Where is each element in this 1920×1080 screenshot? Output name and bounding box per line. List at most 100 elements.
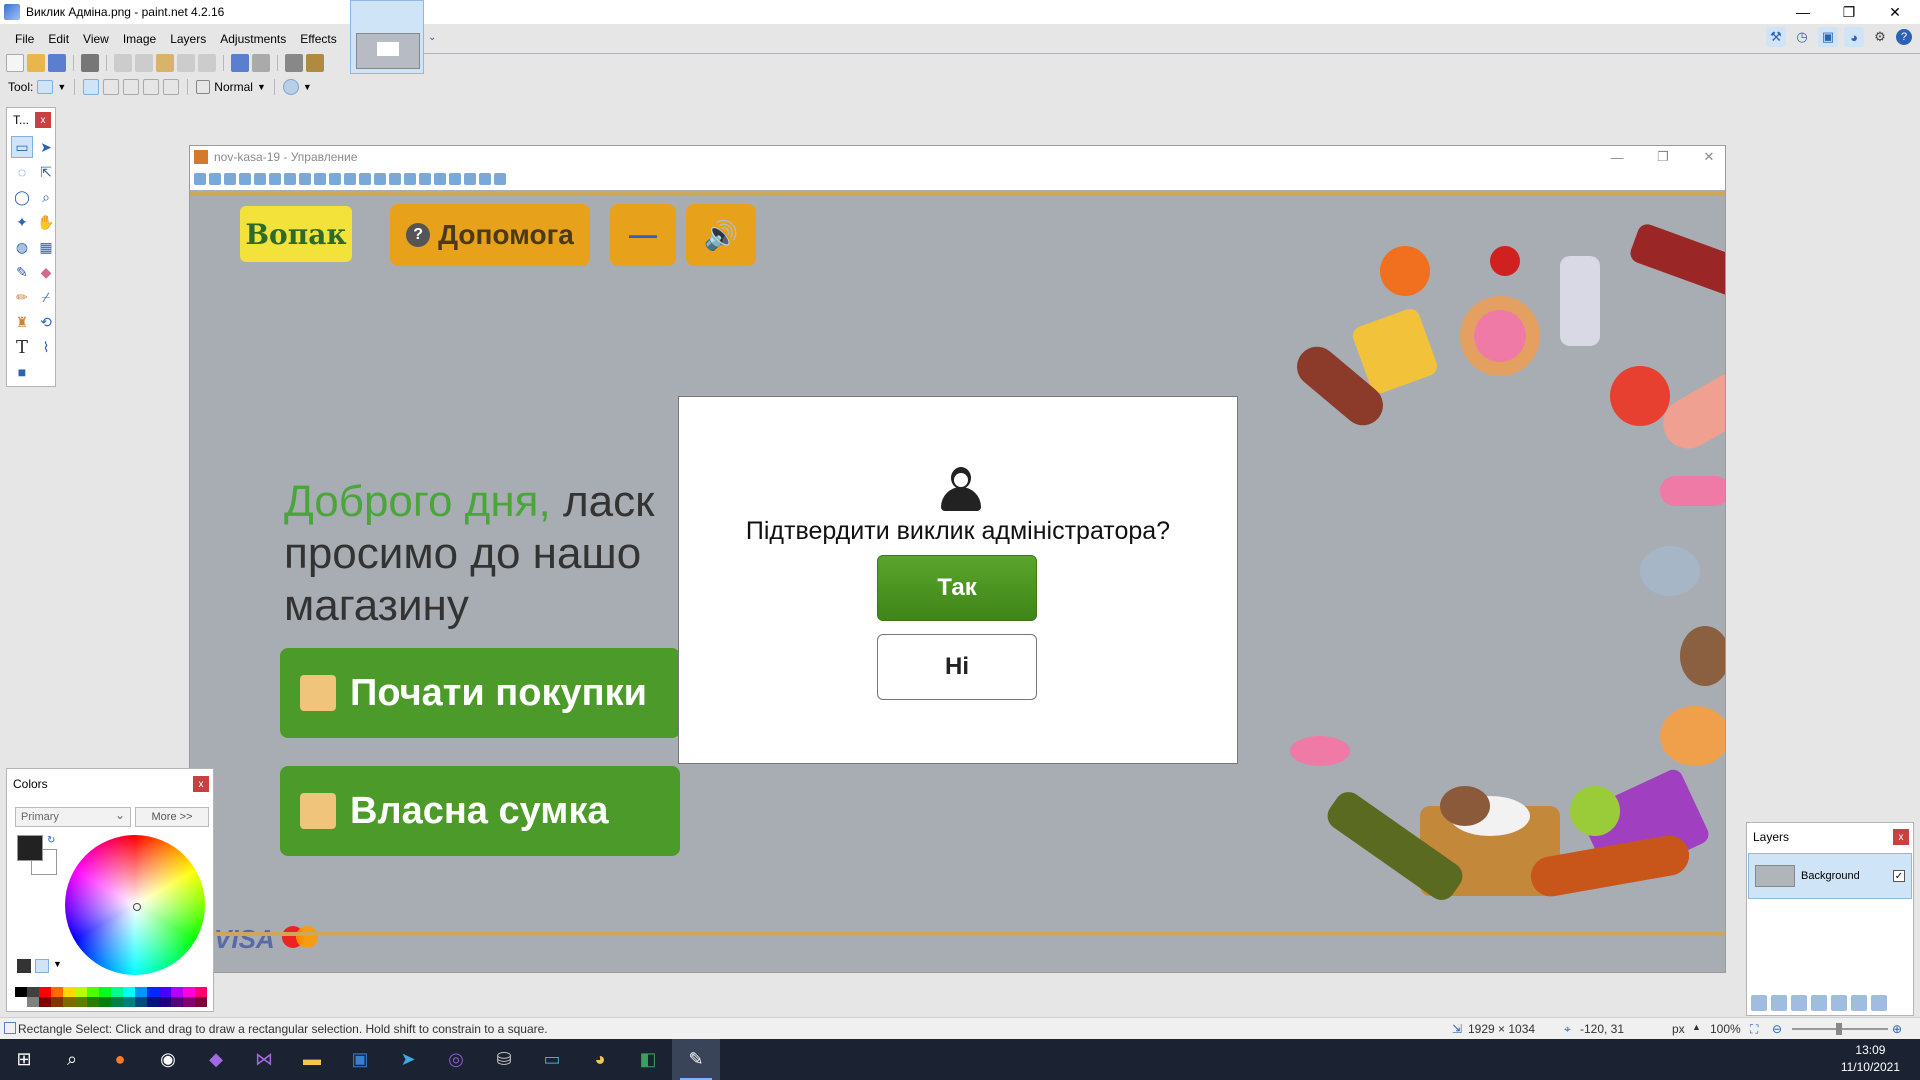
move-selection-icon[interactable]: ➤: [35, 136, 57, 158]
add-layer-icon[interactable]: [1751, 995, 1767, 1011]
layers-toggle-icon[interactable]: ▣: [1818, 27, 1838, 47]
history-toggle-icon[interactable]: ◷: [1792, 27, 1812, 47]
app-icon[interactable]: ◧: [624, 1039, 672, 1080]
chrome-icon[interactable]: ◕: [576, 1039, 624, 1080]
palette-swatch[interactable]: [159, 997, 171, 1007]
rulers-icon[interactable]: [306, 54, 324, 72]
open-icon[interactable]: [27, 54, 45, 72]
save-icon[interactable]: [48, 54, 66, 72]
palette-swatch[interactable]: [39, 987, 51, 997]
move-layer-down-icon[interactable]: [1851, 995, 1867, 1011]
clone-stamp-icon[interactable]: ♜: [11, 311, 33, 333]
menu-adjustments[interactable]: Adjustments: [213, 32, 293, 46]
palette-swatch[interactable]: [123, 997, 135, 1007]
zoom-out-icon[interactable]: ⊖: [1772, 1022, 1782, 1036]
text-icon[interactable]: T: [11, 336, 33, 358]
word-icon[interactable]: ◉: [144, 1039, 192, 1080]
zoom-fit-icon[interactable]: ⛶: [1750, 1022, 1758, 1037]
paintbrush-icon[interactable]: ✎: [11, 261, 33, 283]
firefox-icon[interactable]: ●: [96, 1039, 144, 1080]
minimize-button[interactable]: —: [1780, 0, 1826, 24]
menu-edit[interactable]: Edit: [41, 32, 76, 46]
menu-file[interactable]: File: [8, 32, 41, 46]
palette-swatch[interactable]: [183, 987, 195, 997]
palette-swatch[interactable]: [15, 987, 27, 997]
units-select[interactable]: px: [1672, 1022, 1685, 1036]
delete-layer-icon[interactable]: [1771, 995, 1787, 1011]
selection-replace-icon[interactable]: [83, 79, 100, 95]
palette-swatch[interactable]: [99, 997, 111, 1007]
swap-colors-icon[interactable]: ↻: [47, 835, 55, 846]
palette-swatch[interactable]: [63, 997, 75, 1007]
selection-exclude-icon[interactable]: [123, 79, 140, 95]
palette-swatch[interactable]: [195, 987, 207, 997]
line-curve-icon[interactable]: ⌇: [35, 336, 57, 358]
no-button[interactable]: Ні: [877, 634, 1037, 700]
recolor-icon[interactable]: ⟲: [35, 311, 57, 333]
color-picker-icon[interactable]: ⌿: [35, 286, 57, 308]
palette-swatch[interactable]: [147, 997, 159, 1007]
crop-icon[interactable]: [177, 54, 195, 72]
palette-swatch[interactable]: [183, 997, 195, 1007]
start-icon[interactable]: ⊞: [0, 1039, 48, 1080]
palette-swatch[interactable]: [171, 987, 183, 997]
close-icon[interactable]: x: [35, 112, 51, 128]
menu-layers[interactable]: Layers: [163, 32, 213, 46]
zoom-in-icon[interactable]: ⊕: [1892, 1022, 1902, 1036]
cut-icon[interactable]: [114, 54, 132, 72]
telegram-icon[interactable]: ➤: [384, 1039, 432, 1080]
color-wheel[interactable]: [65, 835, 205, 975]
chevron-down-icon[interactable]: ⌄: [428, 32, 436, 43]
chevron-up-icon[interactable]: ▲: [1692, 1022, 1701, 1032]
palette-swatch[interactable]: [111, 997, 123, 1007]
chevron-down-icon[interactable]: ▼: [257, 82, 266, 92]
antialias-icon[interactable]: [282, 79, 299, 95]
zoom-slider-handle[interactable]: [1836, 1023, 1842, 1035]
palette-swatch[interactable]: [75, 987, 87, 997]
shapes-icon[interactable]: ■: [11, 361, 33, 383]
layer-properties-icon[interactable]: [1871, 995, 1887, 1011]
gear-icon[interactable]: ⚙: [1870, 27, 1890, 47]
close-icon[interactable]: x: [1893, 829, 1909, 845]
palette-menu-icon[interactable]: [35, 959, 49, 973]
palette-swatch[interactable]: [63, 987, 75, 997]
menu-effects[interactable]: Effects: [293, 32, 343, 46]
palette-swatch[interactable]: [99, 987, 111, 997]
gradient-icon[interactable]: ▦: [35, 236, 57, 258]
palette-swatch[interactable]: [111, 987, 123, 997]
image-canvas[interactable]: nov-kasa-19 - Управление — ❐ ✕ Вопак ? Д…: [189, 145, 1726, 973]
tools-toggle-icon[interactable]: ⚒: [1766, 27, 1786, 47]
undo-icon[interactable]: [231, 54, 249, 72]
file-explorer-icon[interactable]: ▬: [288, 1039, 336, 1080]
lasso-select-icon[interactable]: ◌: [11, 161, 33, 183]
layer-row[interactable]: Background ✓: [1748, 853, 1912, 899]
search-icon[interactable]: ⌕: [48, 1039, 96, 1080]
paste-icon[interactable]: [156, 54, 174, 72]
slack-icon[interactable]: ◆: [192, 1039, 240, 1080]
palette-swatch[interactable]: [123, 987, 135, 997]
palette-swatch[interactable]: [159, 987, 171, 997]
blend-mode-select[interactable]: Normal: [214, 80, 253, 94]
palette-swatch[interactable]: [75, 997, 87, 1007]
chevron-down-icon[interactable]: ▼: [57, 82, 66, 92]
copy-icon[interactable]: [135, 54, 153, 72]
selection-invert-icon[interactable]: [163, 79, 180, 95]
pan-icon[interactable]: ✋: [35, 211, 57, 233]
palette-swatch[interactable]: [51, 987, 63, 997]
palette-swatch[interactable]: [51, 997, 63, 1007]
move-selected-icon[interactable]: ⇱: [35, 161, 57, 183]
palette-swatch[interactable]: [135, 997, 147, 1007]
duplicate-layer-icon[interactable]: [1791, 995, 1807, 1011]
colors-toggle-icon[interactable]: ◕: [1844, 27, 1864, 47]
menu-view[interactable]: View: [76, 32, 116, 46]
color-palette[interactable]: [15, 987, 209, 1007]
selection-intersect-icon[interactable]: [143, 79, 160, 95]
pencil-icon[interactable]: ✏: [11, 286, 33, 308]
document-thumbnail[interactable]: [350, 0, 424, 74]
rectangle-select-icon[interactable]: ▭: [11, 136, 33, 158]
palette-swatch[interactable]: [39, 997, 51, 1007]
new-icon[interactable]: [6, 54, 24, 72]
system-clock[interactable]: 13:09 11/10/2021: [1841, 1042, 1900, 1076]
move-layer-up-icon[interactable]: [1831, 995, 1847, 1011]
menu-image[interactable]: Image: [116, 32, 163, 46]
